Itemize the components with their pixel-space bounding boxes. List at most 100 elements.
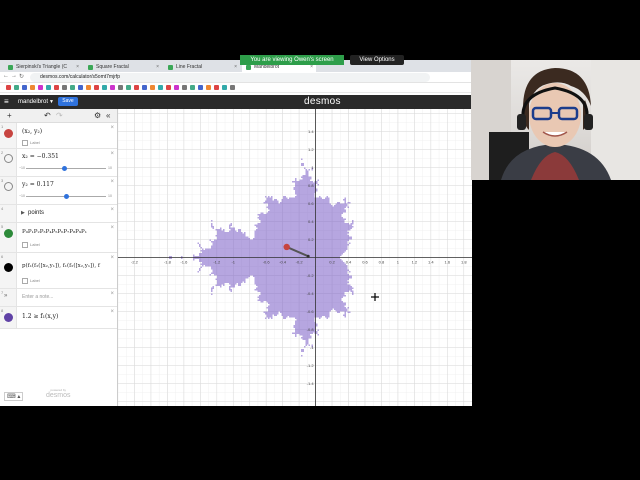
delete-icon[interactable]: × [110,255,114,261]
delete-icon[interactable]: × [110,179,114,185]
expression-text[interactable]: y₂ = 0.117 [22,181,54,188]
y-tick-label: 0.4 [308,219,314,224]
play-icon[interactable] [4,182,13,191]
label-checkbox[interactable]: Label [22,140,40,146]
bookmark-icon[interactable] [222,85,227,90]
view-options-button[interactable]: View Options [350,55,404,65]
slider-max[interactable]: 10 [108,166,112,170]
collapse-panel-icon[interactable]: « [106,111,110,120]
bookmark-icon[interactable] [126,85,131,90]
expression-gutter: 1 [0,123,17,148]
close-icon[interactable]: × [76,62,79,72]
chevron-down-icon[interactable]: ▼ [49,99,54,105]
bookmark-icon[interactable] [86,85,91,90]
bookmark-icon[interactable] [158,85,163,90]
bookmark-icon[interactable] [190,85,195,90]
folder-title[interactable]: points [28,210,44,216]
hamburger-menu-icon[interactable]: ≡ [4,98,9,106]
folder-toggle-icon[interactable]: ▶ [21,210,25,216]
bookmark-icon[interactable] [38,85,43,90]
note-input[interactable]: Enter a note... [22,294,53,300]
bookmark-icon[interactable] [6,85,11,90]
bookmark-icon[interactable] [46,85,51,90]
y-tick-label: -1.2 [307,363,315,368]
bookmark-icon[interactable] [54,85,59,90]
bookmark-icon[interactable] [78,85,83,90]
close-icon[interactable]: × [156,62,159,72]
graph-paper[interactable]: -2.2 -1.8 -1.6 -1.2 -1 -0.6 -0.4 -0.2 0.2 0.4 0.6 0… [117,109,472,406]
expression-row[interactable]: 5 P₀P₁P₂P₃P₄P₅P₆P₇P₈P₉P₁ × Label [0,223,117,253]
expression-text[interactable]: x₂ = −0.351 [22,153,59,160]
note-row[interactable]: 7» Enter a note... × [0,289,117,307]
delete-icon[interactable]: × [110,125,114,131]
y-tick-label: -0.8 [307,327,315,332]
slider-min[interactable]: −10 [19,194,25,198]
slider-min[interactable]: −10 [19,166,25,170]
bookmark-icon[interactable] [118,85,123,90]
expression-row[interactable]: 6 p(f₁(f₂([x₂,y₁]), f₁(f₂([x₂,y₁]), f × … [0,253,117,289]
bookmark-icon[interactable] [62,85,67,90]
bookmark-icon[interactable] [30,85,35,90]
label-checkbox[interactable]: Label [22,278,40,284]
forward-icon[interactable]: → [11,73,17,79]
expression-row[interactable]: 1 (x₂, y₂) × Label [0,123,117,149]
keyboard-icon[interactable]: ⌨ ▴ [4,392,24,401]
slider-knob[interactable] [63,194,69,199]
slider-max[interactable]: 10 [108,194,112,198]
expression-text[interactable]: P₀P₁P₂P₃P₄P₅P₆P₇P₈P₉P₁ [22,229,87,235]
delete-icon[interactable]: × [110,207,114,213]
gear-icon[interactable]: ⚙ [94,111,101,120]
delete-icon[interactable]: × [110,309,114,315]
delete-icon[interactable]: × [110,291,114,297]
bookmark-icon[interactable] [142,85,147,90]
play-icon[interactable] [4,154,13,163]
expression-text[interactable]: (x₂, y₂) [22,128,42,135]
save-button[interactable]: Save [58,97,78,106]
color-badge-icon[interactable] [4,313,13,322]
bookmark-icon[interactable] [14,85,19,90]
expression-gutter: 2 [0,149,17,176]
label-checkbox[interactable]: Label [22,242,40,248]
back-icon[interactable]: ← [3,73,9,79]
graph-svg[interactable]: -2.2 -1.8 -1.6 -1.2 -1 -0.6 -0.4 -0.2 0.2 0.4 0.6 0… [117,109,472,406]
delete-icon[interactable]: × [110,225,114,231]
bookmark-icon[interactable] [134,85,139,90]
expression-text[interactable]: p(f₁(f₂([x₂,y₁]), f₁(f₂([x₂,y₁]), f [22,263,100,269]
graph-title[interactable]: mandelbrot [18,98,48,106]
browser-tab-1[interactable]: Sierpinski's Triangle (C × [4,62,82,72]
undo-icon[interactable]: ↶ [44,111,51,120]
bookmark-icon[interactable] [166,85,171,90]
reload-icon[interactable]: ↻ [19,73,24,80]
url-input[interactable]: desmos.com/calculator/s5omt7mjrfp [30,73,430,82]
color-badge-icon[interactable] [4,263,13,272]
browser-tab-3[interactable]: Line Fractal × [164,62,240,72]
slider-knob[interactable] [62,166,68,171]
bookmark-icon[interactable] [22,85,27,90]
bookmark-icon[interactable] [214,85,219,90]
point-x2-y2 [283,243,290,251]
folder-row[interactable]: 4 ▶ points × [0,205,117,223]
expression-row[interactable]: 3 y₂ = 0.117 × −10 10 [0,177,117,205]
bookmark-icon[interactable] [174,85,179,90]
y2-slider[interactable] [26,194,106,199]
redo-icon[interactable]: ↷ [56,111,63,120]
bookmark-icon[interactable] [102,85,107,90]
expression-row[interactable]: 8 1.2 ≥ f₁(x,y) × [0,307,117,329]
delete-icon[interactable]: × [110,151,114,157]
bookmark-icon[interactable] [206,85,211,90]
close-icon[interactable]: × [234,62,237,72]
bookmark-icon[interactable] [110,85,115,90]
browser-tab-2[interactable]: Square Fractal × [84,62,162,72]
color-badge-icon[interactable] [4,129,13,138]
expression-row[interactable]: 2 x₂ = −0.351 × −10 10 [0,149,117,177]
bookmark-icon[interactable] [150,85,155,90]
bookmark-icon[interactable] [94,85,99,90]
expression-text[interactable]: 1.2 ≥ f₁(x,y) [22,313,58,320]
bookmark-icon[interactable] [198,85,203,90]
color-badge-icon[interactable] [4,229,13,238]
bookmark-icon[interactable] [70,85,75,90]
bookmark-icon[interactable] [182,85,187,90]
add-expression-icon[interactable]: + [7,111,12,120]
bookmark-icon[interactable] [230,85,235,90]
x2-slider[interactable] [26,166,106,171]
